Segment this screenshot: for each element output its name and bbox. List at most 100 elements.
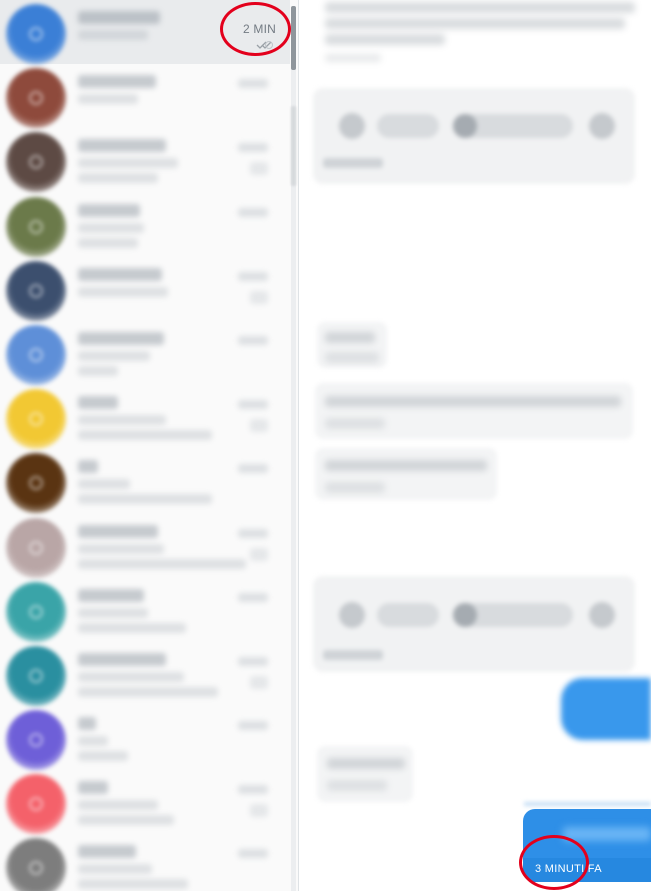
message-bubble <box>315 383 633 439</box>
avatar-glyph-icon <box>29 283 43 298</box>
outgoing-message-bubble <box>561 678 651 740</box>
message-text-blurred <box>327 758 405 769</box>
conversation-row[interactable] <box>0 128 290 193</box>
conversation-preview-blurred <box>78 815 174 826</box>
status-icon <box>250 804 268 818</box>
message-time-blurred <box>323 158 383 168</box>
conversation-row[interactable] <box>0 257 290 321</box>
conversation-row[interactable] <box>0 514 290 578</box>
conversation-row[interactable] <box>0 770 290 835</box>
conversation-name-blurred <box>78 781 108 795</box>
avatar[interactable] <box>6 324 66 385</box>
message-text-blurred <box>325 396 621 407</box>
conversation-preview-blurred <box>78 751 128 762</box>
conversation-row[interactable] <box>0 706 290 771</box>
message-text-blurred <box>325 460 487 471</box>
scrollbar-track-highlight <box>291 106 296 186</box>
conversation-row[interactable] <box>0 193 290 257</box>
conversation-preview-blurred <box>78 237 138 248</box>
avatar-glyph-icon <box>29 733 43 748</box>
conversation-time-blurred <box>238 528 268 538</box>
conversation-time-blurred <box>238 79 268 89</box>
avatar[interactable] <box>6 389 66 450</box>
avatar[interactable] <box>6 645 66 706</box>
message-time-blurred <box>327 780 387 791</box>
conversation-time-blurred <box>238 656 268 666</box>
message-footer: 3 MINUTI FA <box>523 858 651 882</box>
avatar[interactable] <box>6 260 66 321</box>
conversation-preview-blurred <box>78 864 152 875</box>
scrollbar-thumb[interactable] <box>291 6 296 70</box>
message-bubble <box>317 746 413 802</box>
audio-message[interactable] <box>313 576 635 672</box>
avatar-glyph-icon <box>29 155 43 170</box>
conversation-row[interactable] <box>0 321 290 385</box>
conversation-name-blurred <box>78 460 98 474</box>
avatar-glyph-icon <box>29 797 43 812</box>
avatar[interactable] <box>6 710 66 771</box>
conversation-preview-blurred <box>78 686 218 697</box>
conversation-row[interactable] <box>0 642 290 706</box>
conversation-name-blurred <box>78 588 144 602</box>
conversation-row[interactable] <box>0 385 290 450</box>
conversation-preview-blurred <box>78 558 246 569</box>
conversation-preview-blurred <box>78 415 166 426</box>
message-time-blurred <box>323 650 383 660</box>
speed-icon[interactable] <box>589 602 615 628</box>
conversation-row[interactable] <box>0 834 290 891</box>
speed-icon[interactable] <box>589 113 615 139</box>
chat-panel: 3 MINUTI FA <box>299 0 651 891</box>
message-text-blurred <box>325 332 375 343</box>
conversation-row[interactable] <box>0 64 290 129</box>
avatar[interactable] <box>6 581 66 642</box>
sidebar-scrollbar[interactable] <box>291 6 296 891</box>
audio-knob[interactable] <box>453 114 477 138</box>
conversation-name-blurred <box>78 203 140 217</box>
conversation-row[interactable] <box>0 449 290 514</box>
status-icon <box>250 419 268 433</box>
conversation-time-blurred <box>238 335 268 345</box>
status-icon <box>250 162 268 176</box>
conversation-time: 2 MIN <box>242 22 276 36</box>
avatar[interactable] <box>6 68 66 129</box>
conversation-time-blurred <box>238 849 268 859</box>
avatar-glyph-icon <box>29 540 43 555</box>
avatar[interactable] <box>6 132 66 193</box>
avatar[interactable] <box>6 453 66 514</box>
status-icon <box>250 290 268 304</box>
double-check-icon <box>256 41 273 49</box>
conversation-preview-blurred <box>78 671 184 682</box>
avatar[interactable] <box>6 196 66 257</box>
avatar-glyph-icon <box>29 27 43 41</box>
conversation-preview-blurred <box>78 173 158 184</box>
conversation-name-blurred <box>78 652 166 666</box>
avatar[interactable] <box>6 517 66 578</box>
avatar[interactable] <box>6 4 66 64</box>
conversation-name-blurred <box>78 267 162 281</box>
conversation-time-blurred <box>238 143 268 153</box>
sent-message-bubble: 3 MINUTI FA <box>523 809 651 882</box>
audio-knob[interactable] <box>453 603 477 627</box>
avatar[interactable] <box>6 774 66 835</box>
avatar-glyph-icon <box>29 668 43 683</box>
avatar[interactable] <box>6 838 66 891</box>
conversation-name-blurred <box>78 396 118 410</box>
avatar-glyph-icon <box>29 219 43 234</box>
message-text-blurred <box>325 34 445 45</box>
play-icon[interactable] <box>339 602 365 628</box>
message-text-blurred <box>325 352 379 363</box>
message-text-blurred <box>325 2 635 13</box>
play-icon[interactable] <box>339 113 365 139</box>
message-time: 3 MINUTI FA <box>535 863 602 875</box>
conversation-name-blurred <box>78 139 166 153</box>
avatar-glyph-icon <box>29 412 43 427</box>
conversation-time-blurred <box>238 271 268 281</box>
conversation-name-blurred <box>78 524 158 538</box>
message-text-blurred <box>563 827 651 841</box>
conversation-name-blurred <box>78 75 156 89</box>
conversation-preview-blurred <box>78 158 178 169</box>
audio-message[interactable] <box>313 88 635 184</box>
conversation-row[interactable] <box>0 578 290 642</box>
conversation-preview-blurred <box>78 543 164 554</box>
conversation-name-blurred <box>78 717 96 731</box>
